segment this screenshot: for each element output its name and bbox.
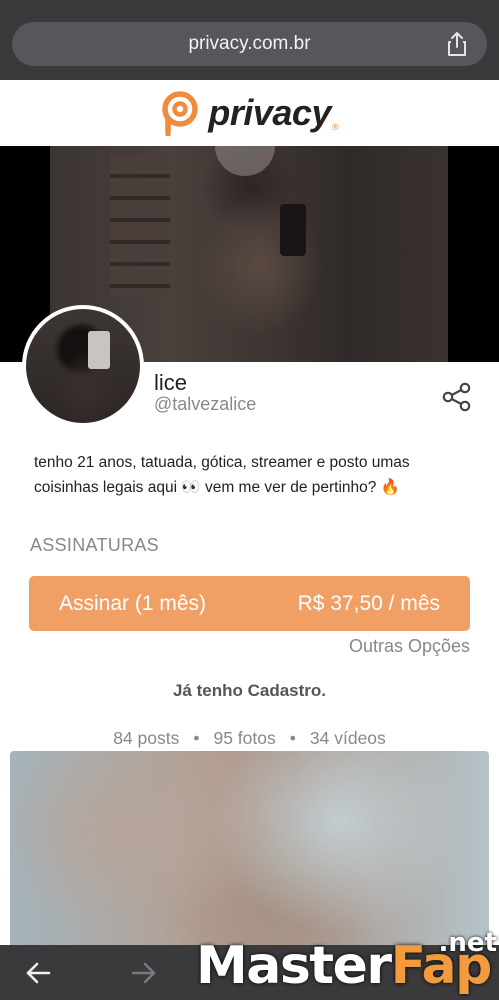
subscribe-price: R$ 37,50 / mês: [297, 591, 440, 615]
registered-mark: ®: [331, 122, 339, 132]
videos-count: 34 vídeos: [309, 728, 386, 748]
profile-name: lice: [154, 370, 188, 395]
cover-bunny-ears: [215, 146, 275, 176]
blurred-post-preview[interactable]: [10, 751, 489, 951]
subscriptions-title: ASSINATURAS: [30, 535, 159, 555]
other-options-link[interactable]: Outras Opções: [349, 636, 470, 657]
cover-bookshelf: [110, 156, 170, 296]
bio-line: coisinhas legais aqui 👀 vem me ver de pe…: [34, 479, 400, 496]
share-icon[interactable]: [440, 380, 474, 414]
browser-top-bar: privacy.com.br: [0, 0, 499, 80]
subscribe-button[interactable]: Assinar (1 mês) R$ 37,50 / mês: [29, 576, 470, 631]
share-icon[interactable]: [443, 30, 471, 58]
profile-bio: tenho 21 anos, tatuada, gótica, streamer…: [34, 450, 454, 500]
watermark-master: Master: [196, 936, 392, 996]
posts-count: 84 posts: [113, 728, 180, 748]
watermark: .net MasterFap: [196, 928, 499, 1000]
site-header: privacy ®: [0, 80, 499, 146]
url-text: privacy.com.br: [188, 33, 311, 54]
cover-phone: [280, 204, 306, 256]
arrow-right-icon[interactable]: [130, 959, 158, 987]
avatar-phone: [88, 331, 110, 369]
profile-handle: @talvezalice: [154, 394, 257, 414]
stats-separator: •: [193, 728, 200, 748]
photos-count: 95 fotos: [213, 728, 276, 748]
address-bar[interactable]: privacy.com.br: [12, 22, 487, 66]
logo-text: privacy: [208, 92, 331, 133]
privacy-logo-icon[interactable]: [160, 90, 200, 136]
watermark-fap: Fap: [390, 936, 493, 996]
profile-stats: 84 posts • 95 fotos • 34 vídeos: [0, 728, 499, 749]
avatar[interactable]: [22, 305, 144, 427]
watermark-text: MasterFap: [196, 936, 493, 996]
login-link[interactable]: Já tenho Cadastro.: [0, 681, 499, 701]
stats-separator: •: [289, 728, 296, 748]
bio-line: tenho 21 anos, tatuada, gótica, streamer…: [34, 454, 410, 471]
arrow-left-icon[interactable]: [24, 959, 52, 987]
subscribe-plan-label: Assinar (1 mês): [59, 591, 207, 615]
